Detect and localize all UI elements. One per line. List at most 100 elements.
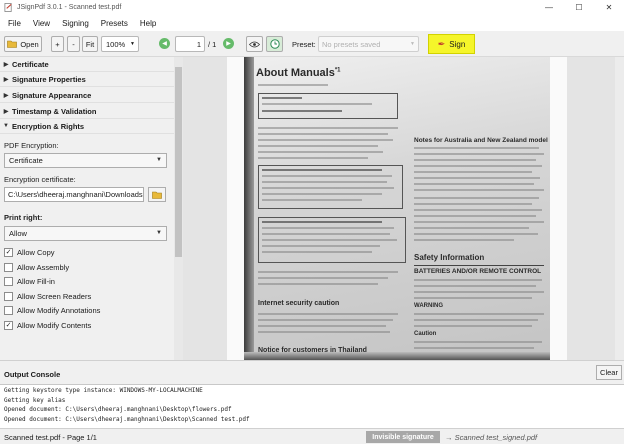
print-right-select[interactable]: Allow ▼: [4, 226, 167, 241]
checkbox-label: Allow Modify Annotations: [17, 305, 101, 315]
pdf-encryption-label: PDF Encryption:: [4, 141, 59, 150]
section-signature-appearance[interactable]: ▶ Signature Appearance: [0, 88, 174, 103]
maximize-button[interactable]: ☐: [564, 0, 594, 15]
checkbox-box: [4, 276, 13, 286]
pdf-encryption-select[interactable]: Certificate ▼: [4, 153, 167, 168]
status-bar: Scanned test.pdf - Page 1/1 Invisible si…: [0, 428, 624, 444]
app-icon: [4, 3, 12, 12]
close-button[interactable]: ✕: [594, 0, 624, 15]
output-console-header: Output Console: [0, 360, 624, 384]
section-certificate[interactable]: ▶ Certificate: [0, 57, 174, 72]
section-label: Encryption & Rights: [12, 121, 85, 131]
preset-select[interactable]: No presets saved ▼: [318, 36, 419, 52]
clear-console-button[interactable]: Clear: [596, 365, 622, 380]
allow-fill-in-checkbox[interactable]: Allow Fill-in: [4, 275, 55, 287]
timestamp-toggle-button[interactable]: [266, 36, 283, 52]
toolbar: Open + - Fit 100% ▼ ◀ 1 / 1 ▶ Preset: No…: [0, 31, 624, 57]
fit-button[interactable]: Fit: [82, 36, 98, 52]
zoom-select[interactable]: 100% ▼: [101, 36, 139, 52]
allow-screen-readers-checkbox[interactable]: Allow Screen Readers: [4, 290, 91, 302]
checkbox-box: [4, 305, 13, 315]
previous-page-button[interactable]: ◀: [159, 38, 170, 49]
output-file-name: → Scanned test_signed.pdf: [445, 433, 538, 442]
preview-toggle-button[interactable]: [246, 36, 263, 52]
sign-label: Sign: [449, 39, 466, 49]
chevron-down-icon: ▼: [156, 157, 162, 163]
section-label: Certificate: [12, 59, 49, 69]
section-timestamp-validation[interactable]: ▶ Timestamp & Validation: [0, 104, 174, 119]
checkbox-box: [4, 291, 13, 301]
checkbox-box: ✓: [4, 320, 13, 330]
status-text: Scanned test.pdf - Page 1/1: [4, 433, 97, 442]
folder-icon: [152, 191, 162, 199]
zoom-in-button[interactable]: +: [51, 36, 64, 52]
zoom-value: 100%: [106, 39, 126, 49]
settings-panel: ▶ Certificate ▶ Signature Properties ▶ S…: [0, 57, 174, 360]
menu-view[interactable]: View: [27, 19, 56, 28]
allow-assembly-checkbox[interactable]: Allow Assembly: [4, 261, 69, 273]
section-label: Timestamp & Validation: [12, 106, 97, 116]
console-line: Opened document: C:\Users\dheeraj.manghn…: [4, 415, 250, 423]
checkbox-label: Allow Assembly: [17, 262, 70, 272]
chevron-right-icon: ▶: [3, 76, 9, 83]
doc-heading: About Manuals*1: [256, 67, 341, 79]
browse-certificate-button[interactable]: [148, 187, 166, 202]
section-signature-properties[interactable]: ▶ Signature Properties: [0, 72, 174, 87]
checkbox-box: [4, 262, 13, 272]
allow-modify-contents-checkbox[interactable]: ✓ Allow Modify Contents: [4, 319, 91, 331]
preview-scrollbar[interactable]: [615, 57, 624, 360]
checkbox-label: Allow Copy: [17, 247, 55, 257]
chevron-down-icon: ▼: [130, 41, 135, 47]
allow-copy-checkbox[interactable]: ✓ Allow Copy: [4, 246, 55, 258]
encryption-certificate-input[interactable]: C:\Users\dheeraj.manghnani\Downloads: [4, 187, 144, 202]
doc-right-heading: Notes for Australia and New Zealand mode…: [414, 137, 548, 144]
chevron-down-icon: ▼: [156, 230, 162, 236]
print-right-label: Print right:: [4, 213, 43, 222]
scrollbar-thumb[interactable]: [175, 67, 182, 257]
chevron-right-icon: ▶: [3, 108, 9, 115]
document-preview[interactable]: About Manuals*1 Internet security cautio…: [183, 57, 624, 360]
console-line: Getting key alias: [4, 396, 66, 404]
checkbox-label: Allow Screen Readers: [17, 291, 92, 301]
checkbox-label: Allow Fill-in: [17, 276, 55, 286]
minimize-button[interactable]: —: [534, 0, 564, 15]
eye-icon: [249, 41, 260, 47]
invisible-signature-badge[interactable]: Invisible signature: [366, 431, 440, 443]
doc-batteries-heading: BATTERIES AND/OR REMOTE CONTROL: [414, 268, 542, 275]
sign-button[interactable]: ✒ Sign: [428, 34, 475, 54]
chevron-right-icon: ▶: [3, 61, 9, 68]
page-number-input[interactable]: 1: [175, 36, 205, 52]
scanned-page-image: About Manuals*1 Internet security cautio…: [244, 57, 550, 360]
output-console-title: Output Console: [4, 370, 61, 379]
pdf-encryption-value: Certificate: [9, 156, 43, 165]
section-encryption-rights[interactable]: ▼ Encryption & Rights: [0, 119, 174, 134]
menu-file[interactable]: File: [2, 19, 27, 28]
checkmark-icon: ✓: [5, 321, 12, 329]
allow-modify-annotations-checkbox[interactable]: Allow Modify Annotations: [4, 304, 100, 316]
section-label: Signature Appearance: [12, 90, 92, 100]
next-page-button[interactable]: ▶: [223, 38, 234, 49]
open-label: Open: [20, 39, 39, 49]
open-button[interactable]: Open: [4, 36, 42, 52]
encryption-certificate-label: Encryption certificate:: [4, 175, 76, 184]
chevron-right-icon: ▶: [3, 92, 9, 99]
menu-presets[interactable]: Presets: [95, 19, 134, 28]
menu-signing[interactable]: Signing: [56, 19, 95, 28]
page-total: / 1: [208, 40, 217, 49]
doc-safety-heading: Safety Information: [414, 253, 485, 262]
clock-icon: [269, 39, 280, 49]
pen-icon: ✒: [437, 38, 446, 49]
doc-warning-heading: WARNING: [414, 303, 443, 309]
output-console[interactable]: Getting keystore type instance: WINDOWS-…: [0, 384, 624, 428]
section-label: Signature Properties: [12, 74, 86, 84]
page-number-value: 1: [196, 39, 201, 49]
window-title: JSignPdf 3.0.1 - Scanned test.pdf: [17, 4, 122, 11]
settings-scrollbar[interactable]: [174, 57, 183, 360]
zoom-out-button[interactable]: -: [67, 36, 80, 52]
preset-label: Preset:: [292, 40, 316, 49]
doc-internet-heading: Internet security caution: [258, 300, 340, 307]
console-line: Getting keystore type instance: WINDOWS-…: [4, 387, 203, 394]
print-right-value: Allow: [9, 229, 27, 238]
menu-help[interactable]: Help: [134, 19, 162, 28]
arrow-left-icon: ◀: [162, 41, 167, 47]
